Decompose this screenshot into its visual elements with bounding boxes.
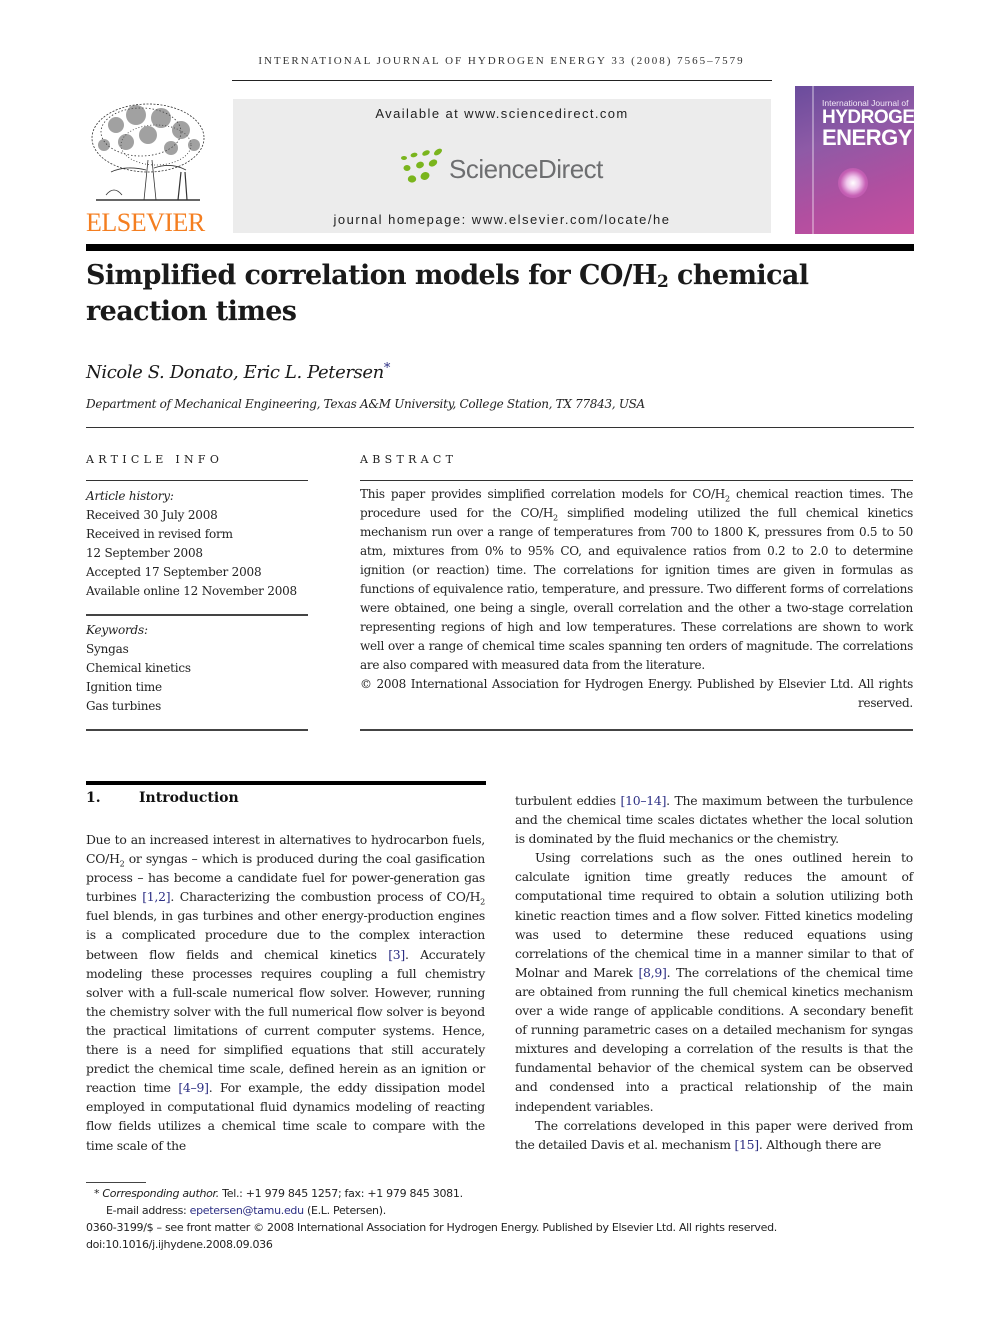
keywords-label: Keywords: bbox=[86, 623, 148, 637]
article-info-divider bbox=[86, 480, 308, 481]
citation-link[interactable]: [10–14] bbox=[621, 793, 667, 808]
elsevier-logo: ELSEVIER bbox=[86, 208, 205, 237]
paragraph: Due to an increased interest in alternat… bbox=[86, 830, 485, 1155]
keyword-item: Gas turbines bbox=[86, 699, 162, 713]
body-text: . The correlations of the chemical time … bbox=[515, 964, 913, 1114]
history-item: Accepted 17 September 2008 bbox=[86, 565, 262, 579]
footnote-label: Corresponding author. bbox=[102, 1187, 219, 1200]
article-info-end-divider bbox=[86, 729, 308, 731]
affiliation-divider bbox=[86, 427, 914, 428]
cover-title-line3: ENERGY bbox=[822, 125, 912, 150]
email-footnote: E-mail address: epetersen@tamu.edu (E.L.… bbox=[106, 1202, 386, 1219]
abstract-heading: ABSTRACT bbox=[360, 453, 458, 466]
keyword-item: Ignition time bbox=[86, 680, 162, 694]
corresponding-author-footnote: * Corresponding author. Tel.: +1 979 845… bbox=[94, 1185, 463, 1202]
citation-link[interactable]: [8,9] bbox=[638, 965, 666, 980]
history-item: 12 September 2008 bbox=[86, 546, 203, 560]
history-item: Received 30 July 2008 bbox=[86, 508, 218, 522]
section-title: Introduction bbox=[139, 790, 239, 806]
title-text: Simplified correlation models for CO/H bbox=[86, 260, 658, 291]
history-item: Available online 12 November 2008 bbox=[86, 584, 297, 598]
history-label: Article history: bbox=[86, 489, 174, 503]
abstract-paragraph: This paper provides simplified correlati… bbox=[360, 485, 913, 675]
section-number: 1. bbox=[86, 790, 101, 806]
body-text: turbulent eddies bbox=[515, 793, 621, 808]
paragraph: turbulent eddies [10–14]. The maximum be… bbox=[515, 791, 913, 848]
subscript: 2 bbox=[480, 897, 485, 907]
paragraph: The correlations developed in this paper… bbox=[515, 1116, 913, 1154]
keyword-item: Syngas bbox=[86, 642, 129, 656]
citation-link[interactable]: [4–9] bbox=[178, 1080, 209, 1095]
body-column-left: Due to an increased interest in alternat… bbox=[86, 830, 485, 1155]
abstract-text: This paper provides simplified correlati… bbox=[360, 487, 725, 501]
body-text: . Accurately modeling these processes re… bbox=[86, 946, 485, 1096]
cover-spine bbox=[812, 86, 814, 234]
abstract-body: This paper provides simplified correlati… bbox=[360, 485, 913, 713]
history-item: Received in revised form bbox=[86, 527, 233, 541]
available-at-link[interactable]: Available at www.sciencedirect.com bbox=[233, 106, 771, 121]
header-thick-rule bbox=[86, 244, 914, 251]
email-label: E-mail address: bbox=[106, 1204, 190, 1217]
citation-link[interactable]: [15] bbox=[734, 1137, 759, 1152]
article-info-heading: ARTICLE INFO bbox=[86, 453, 224, 466]
abstract-text: simplified modeling utilized the full ch… bbox=[360, 506, 913, 672]
elsevier-tree-icon bbox=[91, 103, 205, 201]
header-divider bbox=[232, 80, 772, 81]
running-head: INTERNATIONAL JOURNAL OF HYDROGEN ENERGY… bbox=[258, 55, 745, 67]
contact-info: Tel.: +1 979 845 1257; fax: +1 979 845 3… bbox=[218, 1187, 463, 1200]
citation-link[interactable]: [3] bbox=[388, 947, 405, 962]
cover-orb-graphic bbox=[838, 168, 868, 198]
footnote-divider bbox=[86, 1182, 146, 1183]
paragraph: Using correlations such as the ones outl… bbox=[515, 848, 913, 1115]
keyword-item: Chemical kinetics bbox=[86, 661, 191, 675]
body-text: Using correlations such as the ones outl… bbox=[515, 850, 913, 980]
footnote-mark: * bbox=[94, 1187, 100, 1200]
keywords-divider bbox=[86, 614, 308, 616]
email-suffix: (E.L. Petersen). bbox=[303, 1204, 386, 1217]
affiliation: Department of Mechanical Engineering, Te… bbox=[86, 397, 645, 411]
journal-homepage-link[interactable]: journal homepage: www.elsevier.com/locat… bbox=[233, 212, 771, 227]
body-column-right: turbulent eddies [10–14]. The maximum be… bbox=[515, 791, 913, 1154]
abstract-end-divider bbox=[360, 729, 913, 731]
citation-link[interactable]: [1,2] bbox=[142, 889, 170, 904]
title-subscript: 2 bbox=[656, 272, 669, 292]
sciencedirect-logo[interactable]: ScienceDirect bbox=[449, 154, 603, 185]
authors: Nicole S. Donato, Eric L. Petersen* bbox=[86, 361, 390, 383]
section-rule bbox=[86, 781, 486, 785]
email-link[interactable]: epetersen@tamu.edu bbox=[190, 1204, 304, 1217]
body-text: . Although there are bbox=[758, 1136, 882, 1152]
front-matter-note: 0360-3199/$ – see front matter © 2008 In… bbox=[86, 1221, 777, 1234]
abstract-copyright: © 2008 International Association for Hyd… bbox=[360, 677, 913, 710]
body-text: . Characterizing the combustion process … bbox=[170, 889, 481, 905]
corresponding-author-mark[interactable]: * bbox=[384, 361, 391, 376]
section-heading: 1. Introduction bbox=[86, 790, 239, 806]
doi[interactable]: doi:10.1016/j.ijhydene.2008.09.036 bbox=[86, 1236, 273, 1253]
abstract-divider bbox=[360, 480, 913, 481]
author-names: Nicole S. Donato, Eric L. Petersen bbox=[86, 362, 384, 383]
article-title: Simplified correlation models for CO/H2 … bbox=[86, 258, 914, 330]
